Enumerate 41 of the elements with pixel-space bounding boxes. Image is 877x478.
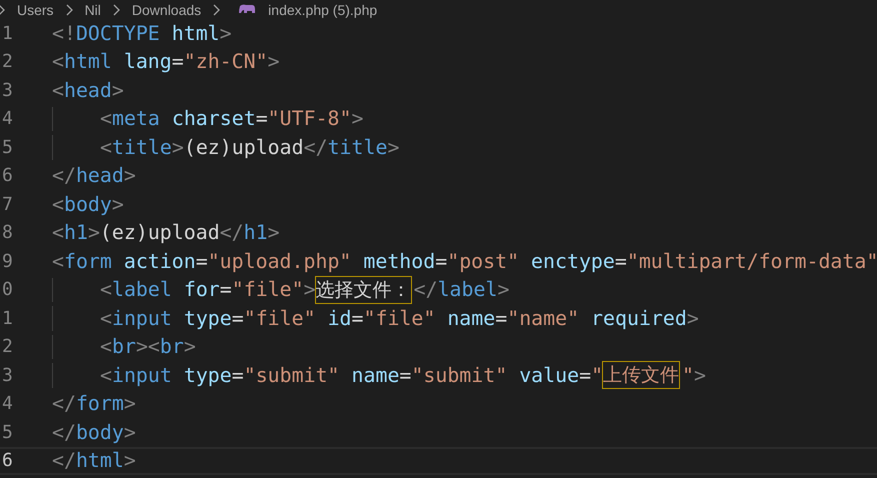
breadcrumb-file[interactable]: index.php (5).php — [268, 2, 378, 18]
line-number: 2 — [1, 51, 14, 72]
code-line: </head> — [52, 164, 136, 188]
breadcrumb-item[interactable]: Users — [17, 2, 54, 18]
code-line: <input type="file" id="file" name="name" required> — [100, 306, 699, 330]
code-line: </body> — [52, 420, 136, 444]
code-line: <label for="file">选择文件：</label> — [100, 278, 510, 302]
line-number: 2 — [1, 336, 14, 358]
line-number: 4 — [1, 393, 14, 414]
line-number: 3 — [1, 364, 14, 386]
code-line: <html lang="zh-CN"> — [52, 50, 280, 74]
code-line: </html> — [52, 448, 136, 473]
line-number: 9 — [1, 250, 14, 272]
elephant-icon — [238, 4, 256, 16]
chevron-icon — [112, 4, 120, 16]
chevron-icon — [213, 4, 220, 16]
code-line: <h1>(ez)upload</h1> — [52, 220, 280, 245]
line-number: 8 — [1, 222, 14, 244]
line-number: 3 — [1, 80, 14, 101]
code-line: <!DOCTYPE html> — [52, 21, 232, 46]
chevron-icon — [66, 4, 73, 16]
line-number: 0 — [1, 279, 14, 300]
code-line: <body> — [52, 192, 124, 216]
code-line: <title>(ez)upload</title> — [100, 135, 400, 160]
code-line: <br><br> — [100, 334, 196, 359]
line-number: 5 — [1, 422, 14, 443]
code-line: <form action="upload.php" method="post" enctype="multipart/form-data" — [52, 249, 877, 274]
code-line: <input type="submit" name="submit" value="上传文件"> — [100, 363, 706, 388]
code-line: <head> — [52, 78, 124, 102]
line-number: 6 — [1, 450, 14, 472]
breadcrumb-item[interactable]: Nil — [84, 2, 101, 18]
line-number: 7 — [1, 194, 14, 215]
line-number: 1 — [1, 308, 14, 329]
line-number: 4 — [1, 108, 14, 130]
code-line: <meta charset="UTF-8"> — [100, 106, 364, 131]
line-number: 6 — [1, 165, 14, 186]
breadcrumb-item[interactable]: Downloads — [132, 2, 202, 18]
code-line: </form> — [52, 392, 136, 416]
chevron-icon — [0, 4, 5, 16]
line-number: 5 — [1, 136, 14, 158]
line-number: 1 — [1, 22, 14, 44]
